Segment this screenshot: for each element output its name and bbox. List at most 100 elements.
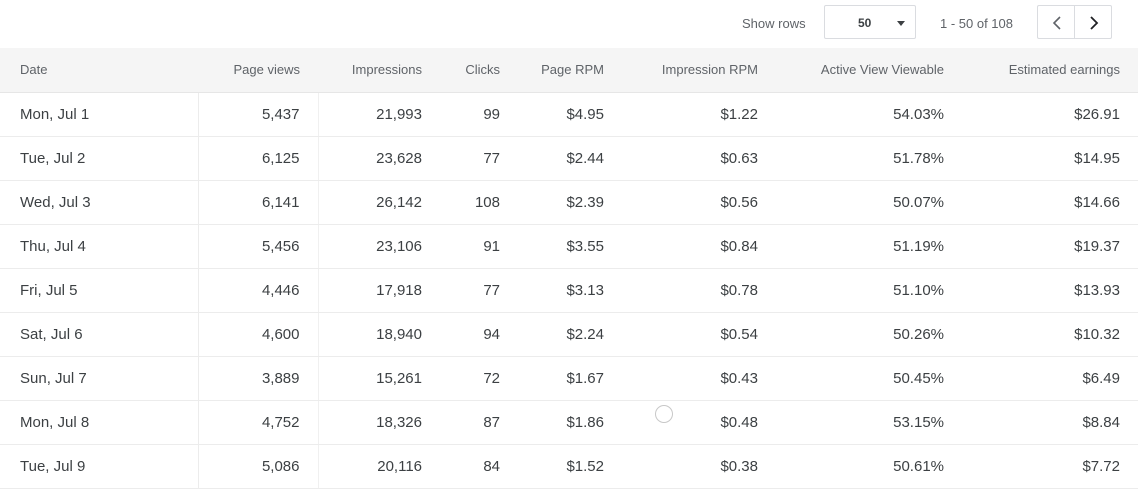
- pagination-range: 1 - 50 of 108: [940, 16, 1013, 31]
- cell-page-views: 6,125: [198, 136, 319, 181]
- cell-date: Wed, Jul 3: [0, 180, 199, 225]
- cell-estimated-earnings: $26.91: [962, 92, 1138, 137]
- show-rows-label: Show rows: [742, 16, 806, 31]
- cell-page-views: 4,446: [198, 268, 319, 313]
- cell-active-view-viewable: 51.10%: [776, 268, 962, 313]
- cell-date: Mon, Jul 8: [0, 400, 199, 445]
- cell-impressions: 21,993: [318, 92, 440, 137]
- cell-clicks: 77: [440, 268, 518, 313]
- table-toolbar: Show rows 50 1 - 50 of 108: [0, 0, 1138, 48]
- cell-impressions: 18,326: [318, 400, 440, 445]
- cell-estimated-earnings: $14.66: [962, 180, 1138, 225]
- cell-impressions: 18,940: [318, 312, 440, 357]
- earnings-table: Date Page views Impressions Clicks Page …: [0, 48, 1138, 489]
- cell-estimated-earnings: $8.84: [962, 400, 1138, 445]
- cell-active-view-viewable: 50.26%: [776, 312, 962, 357]
- cell-impression-rpm: $0.78: [622, 268, 776, 313]
- cell-date: Tue, Jul 9: [0, 444, 199, 489]
- cell-impression-rpm: $0.63: [622, 136, 776, 181]
- table-row[interactable]: Wed, Jul 3 6,141 26,142 108 $2.39 $0.56 50.07%…: [0, 180, 1138, 225]
- cell-page-rpm: $2.44: [518, 136, 622, 181]
- table-header-row: Date Page views Impressions Clicks Page …: [0, 48, 1138, 93]
- cell-page-rpm: $2.24: [518, 312, 622, 357]
- cell-page-views: 5,086: [198, 444, 319, 489]
- cell-clicks: 77: [440, 136, 518, 181]
- cell-impression-rpm: $0.56: [622, 180, 776, 225]
- cell-clicks: 99: [440, 92, 518, 137]
- cell-clicks: 108: [440, 180, 518, 225]
- cell-clicks: 91: [440, 224, 518, 269]
- cell-clicks: 94: [440, 312, 518, 357]
- cell-impressions: 23,106: [318, 224, 440, 269]
- cell-page-views: 4,752: [198, 400, 319, 445]
- cell-page-views: 6,141: [198, 180, 319, 225]
- cell-estimated-earnings: $19.37: [962, 224, 1138, 269]
- cell-page-rpm: $3.13: [518, 268, 622, 313]
- cell-active-view-viewable: 50.45%: [776, 356, 962, 401]
- cell-date: Sat, Jul 6: [0, 312, 199, 357]
- cell-active-view-viewable: 54.03%: [776, 92, 962, 137]
- cell-estimated-earnings: $13.93: [962, 268, 1138, 313]
- cell-impression-rpm: $1.22: [622, 92, 776, 137]
- cell-impression-rpm: $0.38: [622, 444, 776, 489]
- cell-estimated-earnings: $14.95: [962, 136, 1138, 181]
- cell-active-view-viewable: 51.19%: [776, 224, 962, 269]
- column-header-impressions[interactable]: Impressions: [318, 48, 440, 93]
- table-row[interactable]: Fri, Jul 5 4,446 17,918 77 $3.13 $0.78 51.10% $…: [0, 268, 1138, 313]
- chevron-left-icon: [1052, 16, 1061, 30]
- cell-page-rpm: $4.95: [518, 92, 622, 137]
- cell-page-rpm: $2.39: [518, 180, 622, 225]
- cell-estimated-earnings: $6.49: [962, 356, 1138, 401]
- cell-impression-rpm: $0.48: [622, 400, 776, 445]
- cell-page-views: 5,456: [198, 224, 319, 269]
- column-header-active-view-viewable[interactable]: Active View Viewable: [776, 48, 962, 93]
- table-row[interactable]: Thu, Jul 4 5,456 23,106 91 $3.55 $0.84 51.19% $…: [0, 224, 1138, 269]
- cell-active-view-viewable: 53.15%: [776, 400, 962, 445]
- table-row[interactable]: Tue, Jul 2 6,125 23,628 77 $2.44 $0.63 51.78% $…: [0, 136, 1138, 181]
- table-row[interactable]: Tue, Jul 9 5,086 20,116 84 $1.52 $0.38 50.61% $…: [0, 444, 1138, 489]
- cell-page-rpm: $3.55: [518, 224, 622, 269]
- cell-page-rpm: $1.86: [518, 400, 622, 445]
- next-page-button[interactable]: [1074, 5, 1112, 39]
- cursor-ring-icon: [655, 405, 673, 423]
- cell-active-view-viewable: 50.07%: [776, 180, 962, 225]
- rows-per-page-value: 50: [858, 16, 872, 30]
- column-header-clicks[interactable]: Clicks: [440, 48, 518, 93]
- table-row[interactable]: Mon, Jul 8 4,752 18,326 87 $1.86 $0.48 53.15% $…: [0, 400, 1138, 445]
- cell-date: Fri, Jul 5: [0, 268, 199, 313]
- cell-impressions: 20,116: [318, 444, 440, 489]
- cell-active-view-viewable: 50.61%: [776, 444, 962, 489]
- cell-impression-rpm: $0.43: [622, 356, 776, 401]
- cell-clicks: 87: [440, 400, 518, 445]
- table-row[interactable]: Mon, Jul 1 5,437 21,993 99 $4.95 $1.22 54.03% $…: [0, 92, 1138, 137]
- cell-active-view-viewable: 51.78%: [776, 136, 962, 181]
- cell-impressions: 15,261: [318, 356, 440, 401]
- cell-impression-rpm: $0.54: [622, 312, 776, 357]
- cell-date: Tue, Jul 2: [0, 136, 199, 181]
- rows-per-page-select[interactable]: 50: [824, 5, 916, 39]
- cell-date: Thu, Jul 4: [0, 224, 199, 269]
- cell-page-views: 5,437: [198, 92, 319, 137]
- cell-impressions: 26,142: [318, 180, 440, 225]
- table-row[interactable]: Sun, Jul 7 3,889 15,261 72 $1.67 $0.43 50.45% $…: [0, 356, 1138, 401]
- column-header-page-views[interactable]: Page views: [198, 48, 318, 93]
- column-header-date[interactable]: Date: [0, 48, 198, 93]
- cell-impressions: 23,628: [318, 136, 440, 181]
- column-header-estimated-earnings[interactable]: Estimated earnings: [962, 48, 1138, 93]
- cell-estimated-earnings: $10.32: [962, 312, 1138, 357]
- cell-clicks: 72: [440, 356, 518, 401]
- cell-page-views: 4,600: [198, 312, 319, 357]
- cell-page-rpm: $1.52: [518, 444, 622, 489]
- cell-estimated-earnings: $7.72: [962, 444, 1138, 489]
- column-header-impression-rpm[interactable]: Impression RPM: [622, 48, 776, 93]
- table-row[interactable]: Sat, Jul 6 4,600 18,940 94 $2.24 $0.54 50.26% $…: [0, 312, 1138, 357]
- cell-page-views: 3,889: [198, 356, 319, 401]
- cell-page-rpm: $1.67: [518, 356, 622, 401]
- cell-clicks: 84: [440, 444, 518, 489]
- cell-date: Mon, Jul 1: [0, 92, 199, 137]
- previous-page-button[interactable]: [1037, 5, 1075, 39]
- chevron-right-icon: [1090, 16, 1099, 30]
- cell-impression-rpm: $0.84: [622, 224, 776, 269]
- cell-date: Sun, Jul 7: [0, 356, 199, 401]
- column-header-page-rpm[interactable]: Page RPM: [518, 48, 622, 93]
